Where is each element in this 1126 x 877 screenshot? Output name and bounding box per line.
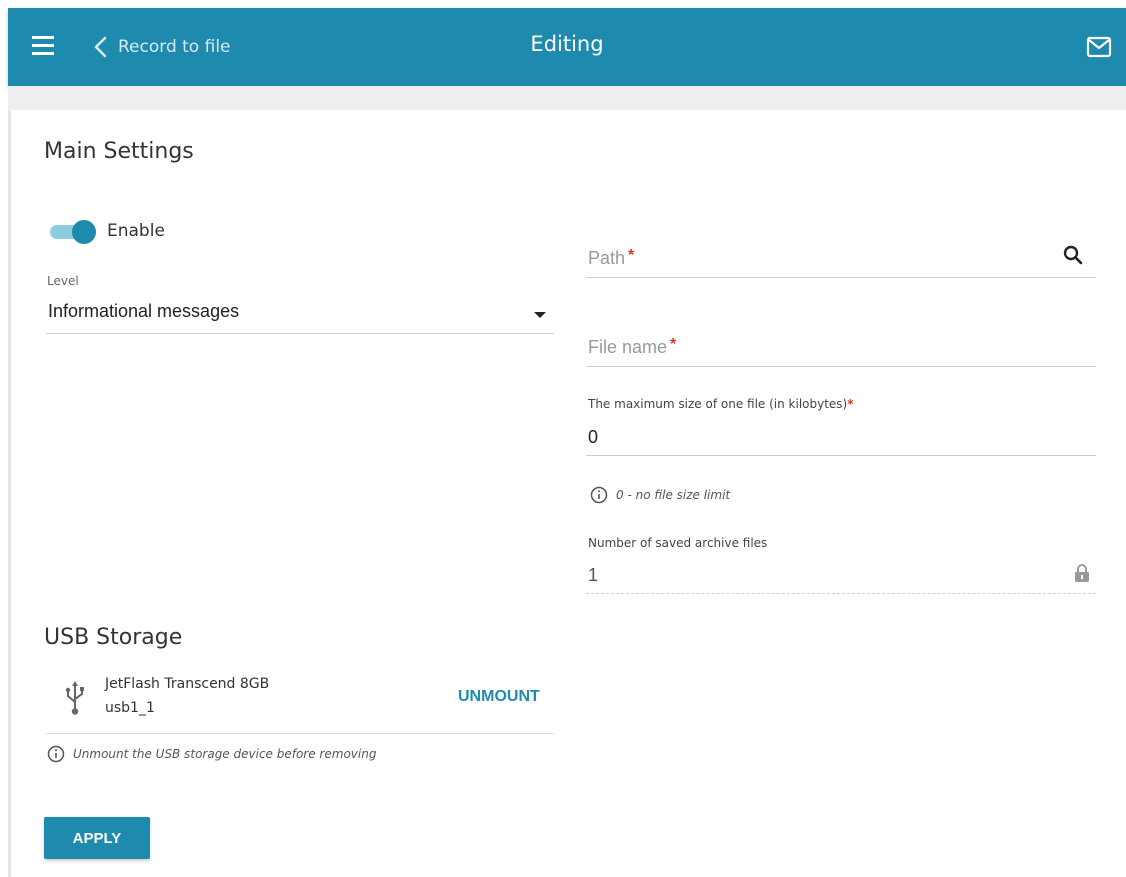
apply-button[interactable]: APPLY (44, 817, 150, 859)
back-link-label: Record to file (118, 37, 231, 57)
max-size-input[interactable] (588, 422, 1088, 452)
archive-label: Number of saved archive files (588, 536, 768, 550)
usb-storage-title: USB Storage (44, 625, 183, 650)
mail-icon[interactable] (1086, 36, 1112, 58)
menu-icon[interactable] (32, 36, 56, 58)
file-name-input[interactable] (588, 329, 1088, 363)
archive-underline (586, 593, 1096, 594)
path-input[interactable] (588, 240, 1050, 274)
header-spacer (8, 86, 1126, 110)
frame-left (0, 0, 8, 877)
level-select[interactable]: Informational messages (46, 294, 554, 334)
file-name-underline (586, 366, 1096, 367)
frame-top (0, 0, 1126, 8)
level-value: Informational messages (48, 301, 240, 321)
chevron-left-icon (94, 36, 107, 58)
usb-hint-text: Unmount the USB storage device before re… (73, 747, 377, 761)
usb-device-row: JetFlash Transcend 8GB usb1_1 UNMOUNT (46, 672, 554, 734)
archive-input (588, 560, 1058, 590)
lock-icon (1075, 564, 1089, 582)
info-icon (590, 486, 608, 504)
toggle-knob (72, 220, 96, 244)
usb-device-name: JetFlash Transcend 8GB (105, 676, 270, 692)
max-size-underline (586, 455, 1096, 456)
level-label: Level (47, 274, 79, 288)
max-size-label: The maximum size of one file (in kilobyt… (588, 397, 854, 411)
enable-label: Enable (107, 221, 165, 241)
usb-icon (65, 681, 84, 715)
path-underline (586, 277, 1096, 278)
max-size-required-mark: * (847, 397, 854, 411)
info-icon (47, 745, 65, 763)
max-size-hint: 0 - no file size limit (590, 486, 730, 504)
content-edge (8, 110, 11, 877)
back-link[interactable]: Record to file (90, 34, 231, 60)
main-settings-title: Main Settings (44, 139, 194, 164)
top-bar: Record to file Editing (8, 8, 1126, 86)
max-size-label-text: The maximum size of one file (in kilobyt… (588, 397, 848, 411)
search-icon[interactable] (1061, 243, 1085, 267)
enable-toggle[interactable] (48, 220, 96, 244)
max-size-hint-text: 0 - no file size limit (616, 488, 731, 502)
usb-device-id: usb1_1 (105, 700, 155, 716)
unmount-button[interactable]: UNMOUNT (458, 688, 540, 706)
dropdown-caret-icon (534, 312, 546, 318)
usb-hint: Unmount the USB storage device before re… (47, 745, 376, 763)
